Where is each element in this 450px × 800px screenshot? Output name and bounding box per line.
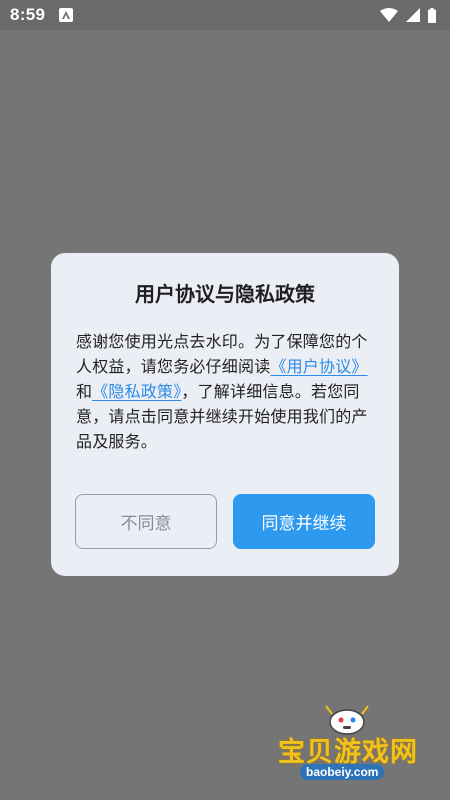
battery-icon — [428, 7, 436, 23]
body-text-and: 和 — [76, 382, 93, 401]
agreement-dialog: 用户协议与隐私政策 感谢您使用光点去水印。为了保障您的个人权益，请您务必仔细阅读… — [51, 253, 399, 576]
dialog-title: 用户协议与隐私政策 — [135, 282, 315, 306]
site-watermark: 宝贝游戏网 baobeiy.com — [272, 702, 422, 786]
signal-icon — [406, 8, 420, 22]
status-left: 8:59 — [10, 5, 74, 25]
wifi-icon — [380, 8, 398, 22]
status-bar: 8:59 — [0, 0, 450, 30]
status-time: 8:59 — [10, 5, 46, 24]
user-agreement-link[interactable]: 《用户协议》 — [270, 357, 367, 376]
disagree-button[interactable]: 不同意 — [75, 494, 217, 549]
status-right — [380, 7, 436, 23]
watermark-url: baobeiy.com — [300, 764, 385, 780]
dialog-body: 感谢您使用光点去水印。为了保障您的个人权益，请您务必仔细阅读《用户协议》和《隐私… — [76, 329, 374, 454]
privacy-policy-link[interactable]: 《隐私政策》 — [92, 382, 181, 401]
dialog-button-row: 不同意 同意并继续 — [75, 494, 375, 549]
agree-continue-button[interactable]: 同意并继续 — [233, 494, 375, 549]
app-notification-icon — [59, 8, 74, 22]
